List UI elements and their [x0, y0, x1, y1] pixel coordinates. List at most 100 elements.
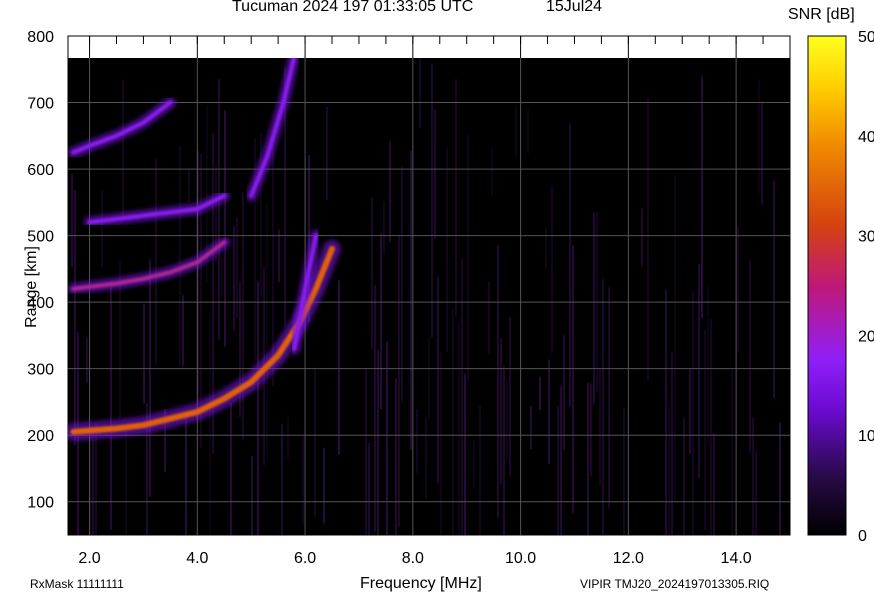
- noise-streak: [380, 233, 382, 410]
- noise-streak: [458, 321, 460, 535]
- noise-streak: [251, 455, 253, 535]
- noise-streak: [338, 280, 340, 455]
- noise-streak: [761, 102, 763, 205]
- noise-streak: [500, 338, 502, 485]
- colorbar-tick-label: 40: [858, 129, 874, 146]
- noise-streak: [410, 150, 412, 451]
- y-tick-label: 600: [27, 162, 54, 179]
- noise-streak: [593, 212, 595, 404]
- y-tick-label: 800: [27, 29, 54, 46]
- noise-streak: [86, 337, 88, 384]
- noise-streak: [737, 226, 739, 353]
- noise-streak: [665, 289, 667, 535]
- noise-streak: [266, 202, 268, 459]
- noise-streak: [773, 180, 775, 399]
- noise-streak: [236, 217, 238, 318]
- noise-streak: [515, 106, 517, 157]
- colorbar-tick-label: 50: [858, 29, 874, 46]
- y-tick-label: 100: [27, 495, 54, 512]
- noise-streak: [539, 376, 541, 411]
- noise-streak: [623, 407, 625, 535]
- noise-streak: [671, 352, 673, 535]
- x-tick-label: 10.0: [505, 550, 536, 567]
- noise-streak: [71, 173, 73, 267]
- noise-streak: [545, 229, 547, 269]
- noise-streak: [233, 225, 235, 331]
- colorbar-tick-label: 10: [858, 428, 874, 445]
- noise-streak: [455, 79, 457, 317]
- noise-streak: [179, 146, 181, 366]
- noise-streak: [698, 263, 700, 479]
- noise-streak: [242, 192, 244, 440]
- noise-streak: [779, 422, 781, 535]
- noise-streak: [74, 189, 76, 446]
- noise-streak: [464, 374, 466, 535]
- noise-streak: [374, 284, 376, 532]
- noise-streak: [389, 140, 391, 243]
- noise-streak: [371, 197, 373, 350]
- noise-streak: [230, 402, 232, 535]
- noise-streak: [569, 123, 571, 407]
- noise-streak: [704, 329, 706, 531]
- noise-streak: [425, 417, 427, 500]
- y-tick-label: 300: [27, 362, 54, 379]
- x-tick-label: 2.0: [78, 550, 100, 567]
- noise-streak: [434, 109, 436, 239]
- noise-streak: [419, 58, 421, 129]
- y-tick-label: 500: [27, 229, 54, 246]
- noise-streak: [428, 337, 430, 421]
- noise-streak: [596, 211, 598, 392]
- x-tick-label: 12.0: [613, 550, 644, 567]
- noise-streak: [221, 257, 223, 298]
- noise-streak: [383, 201, 385, 255]
- noise-streak: [608, 287, 610, 509]
- data-area: [68, 58, 790, 535]
- noise-streak: [758, 79, 760, 196]
- noise-streak: [437, 277, 439, 484]
- colorbar: [807, 35, 847, 536]
- noise-streak: [281, 424, 283, 535]
- noise-streak: [188, 168, 190, 202]
- noise-streak: [563, 334, 565, 451]
- noise-streak: [590, 383, 592, 476]
- noise-streak: [278, 229, 280, 283]
- noise-streak: [491, 148, 493, 196]
- noise-streak: [527, 108, 529, 154]
- noise-streak: [257, 280, 259, 535]
- noise-streak: [395, 378, 397, 535]
- noise-streak: [647, 97, 649, 380]
- noise-streak: [530, 405, 532, 450]
- x-tick-label: 8.0: [402, 550, 424, 567]
- noise-streak: [398, 235, 400, 527]
- noise-streak: [452, 309, 454, 535]
- noise-streak: [497, 245, 499, 518]
- noise-streak: [755, 450, 757, 535]
- noise-streak: [218, 78, 220, 340]
- noise-streak: [701, 76, 703, 319]
- noise-streak: [365, 368, 367, 535]
- noise-streak: [416, 408, 418, 474]
- noise-streak: [182, 295, 184, 367]
- noise-streak: [287, 417, 289, 459]
- noise-streak: [185, 414, 187, 535]
- noise-streak: [668, 404, 670, 535]
- x-tick-label: 6.0: [294, 550, 316, 567]
- noise-streak: [560, 385, 562, 535]
- noise-streak: [95, 422, 97, 535]
- x-tick-label: 14.0: [721, 550, 752, 567]
- x-tick-label: 4.0: [186, 550, 208, 567]
- noise-streak: [302, 436, 304, 524]
- noise-streak: [440, 351, 442, 535]
- noise-streak: [473, 439, 475, 487]
- noise-streak: [749, 259, 751, 453]
- noise-streak: [731, 370, 733, 535]
- noise-streak: [467, 134, 469, 381]
- colorbar-tick-label: 0: [858, 528, 867, 545]
- noise-streak: [122, 79, 124, 220]
- noise-streak: [101, 190, 103, 267]
- noise-streak: [707, 284, 709, 447]
- y-tick-label: 700: [27, 96, 54, 113]
- noise-streak: [323, 447, 325, 524]
- noise-streak: [125, 427, 127, 535]
- noise-streak: [548, 359, 550, 465]
